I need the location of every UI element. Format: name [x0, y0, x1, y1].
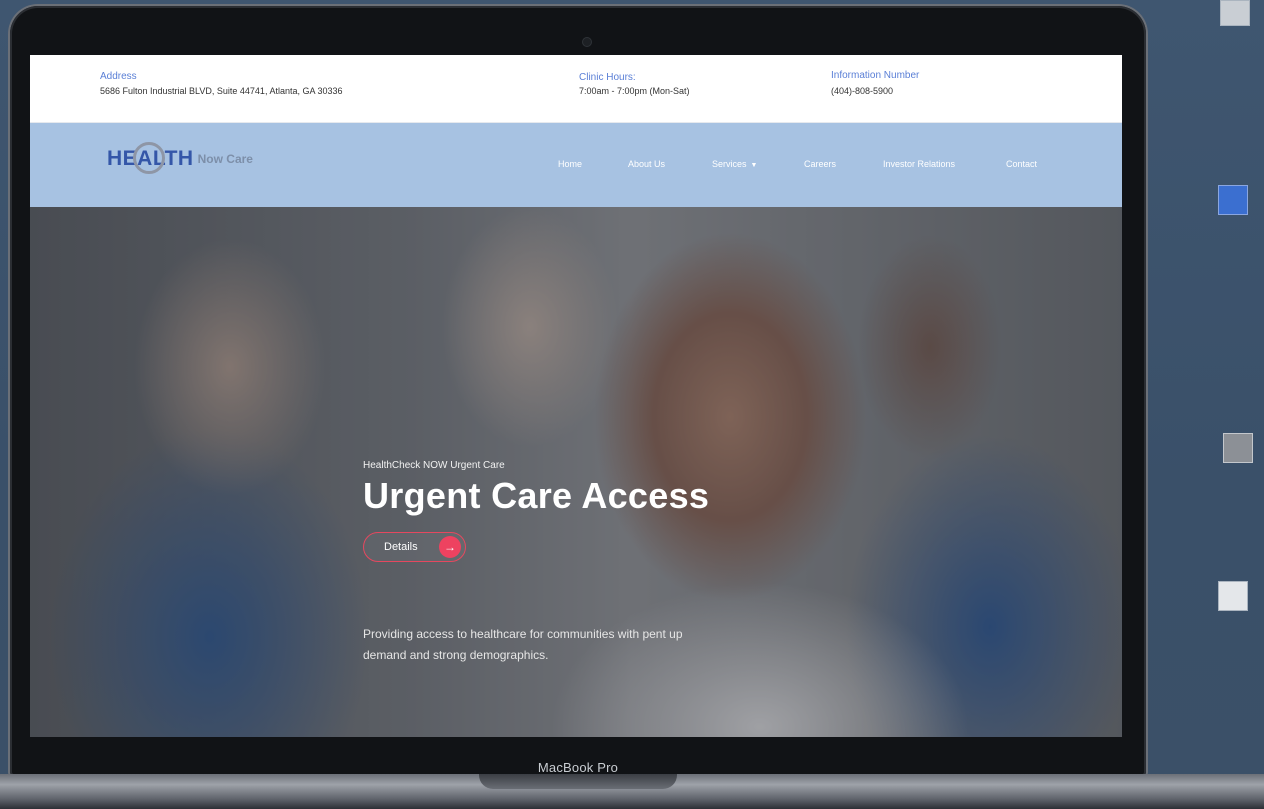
address-value: 5686 Fulton Industrial BLVD, Suite 44741…	[100, 86, 343, 96]
nav-investor-relations[interactable]: Investor Relations	[883, 159, 955, 169]
hero-title: Urgent Care Access	[363, 475, 710, 516]
phone-label: Information Number	[831, 70, 920, 81]
nav-careers[interactable]: Careers	[804, 159, 836, 169]
nav-about-us[interactable]: About Us	[628, 159, 665, 169]
color-swatch-blue[interactable]	[1218, 185, 1248, 215]
laptop-notch	[479, 774, 677, 789]
color-swatch-dark-gray[interactable]	[1223, 433, 1253, 463]
color-swatch-gray[interactable]	[1220, 0, 1250, 26]
hours-label: Clinic Hours:	[579, 72, 636, 83]
site-logo[interactable]: HEALTH Now Care	[107, 142, 253, 174]
website-screen: Address 5686 Fulton Industrial BLVD, Sui…	[30, 55, 1122, 737]
nav-contact[interactable]: Contact	[1006, 159, 1037, 169]
nav-services-label: Services	[712, 159, 747, 169]
hero-description: Providing access to healthcare for commu…	[363, 627, 683, 662]
details-button-label: Details	[384, 541, 418, 553]
hero-eyebrow: HealthCheck NOW Urgent Care	[363, 460, 505, 471]
hero-banner: HealthCheck NOW Urgent Care Urgent Care …	[30, 207, 1122, 737]
nav-services[interactable]: Services ▼	[712, 159, 757, 169]
phone-value[interactable]: (404)-808-5900	[831, 86, 893, 96]
color-swatch-white[interactable]	[1218, 581, 1248, 611]
details-button[interactable]: Details →	[363, 532, 466, 562]
nav-home[interactable]: Home	[558, 159, 582, 169]
logo-ring-icon	[133, 142, 165, 174]
main-navbar: HEALTH Now Care Home About Us Services ▼ …	[30, 123, 1122, 207]
info-bar: Address 5686 Fulton Industrial BLVD, Sui…	[30, 55, 1122, 123]
arrow-right-icon: →	[439, 536, 461, 558]
hours-value: 7:00am - 7:00pm (Mon-Sat)	[579, 86, 690, 96]
logo-sub-text: Now Care	[197, 152, 253, 166]
device-label: MacBook Pro	[537, 760, 619, 775]
address-label: Address	[100, 71, 137, 82]
chevron-down-icon: ▼	[750, 162, 758, 169]
camera-icon	[582, 37, 592, 47]
